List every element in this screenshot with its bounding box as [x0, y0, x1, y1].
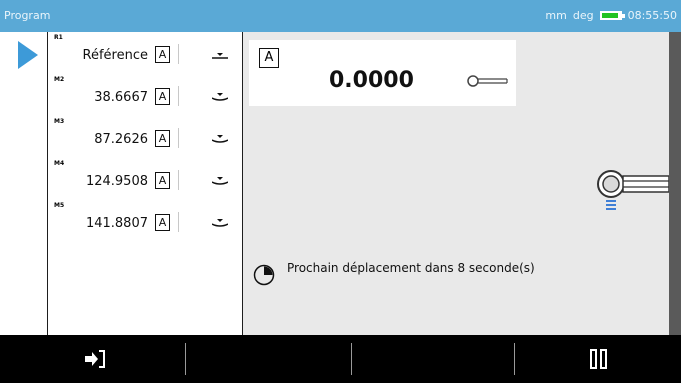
mode-badge[interactable]: A — [155, 88, 170, 105]
reference-flat-icon[interactable] — [212, 50, 228, 60]
list-item[interactable]: M5 141.8807 A — [48, 200, 243, 242]
measurement-value: 124.9508 — [85, 174, 148, 189]
play-icon[interactable] — [18, 41, 38, 69]
app-title: Program — [4, 9, 51, 22]
measurement-value: Référence — [82, 48, 148, 63]
angle-units: deg — [572, 9, 594, 22]
clock-icon — [253, 264, 275, 286]
measurement-tag: R1 — [54, 34, 63, 41]
measurement-value: 87.2626 — [94, 132, 148, 147]
mode-badge[interactable]: A — [155, 214, 170, 231]
status-text: Prochain déplacement dans 8 seconde(s) — [287, 261, 535, 275]
exit-button[interactable] — [0, 335, 185, 383]
list-item[interactable]: M2 38.6667 A — [48, 74, 243, 116]
divider — [178, 44, 179, 64]
battery-icon — [599, 11, 625, 20]
pause-button[interactable] — [515, 335, 681, 383]
length-units: mm — [545, 9, 567, 22]
scroll-strip — [669, 32, 681, 335]
measurement-tag: M4 — [54, 160, 65, 167]
measurement-tag: M2 — [54, 76, 65, 83]
divider — [178, 128, 179, 148]
bottom-toolbar — [0, 335, 681, 383]
measurement-tag: M3 — [54, 118, 65, 125]
divider — [178, 212, 179, 232]
mode-badge[interactable]: A — [259, 48, 279, 68]
measurement-value: 141.8807 — [85, 216, 148, 231]
mode-badge[interactable]: A — [155, 172, 170, 189]
measure-curve-icon[interactable] — [212, 218, 228, 228]
list-item[interactable]: M3 87.2626 A — [48, 116, 243, 158]
probe-icon — [597, 170, 669, 210]
measure-curve-icon[interactable] — [212, 92, 228, 102]
list-item[interactable]: R1 Référence A — [48, 32, 243, 74]
current-value: 0.0000 — [329, 68, 414, 93]
measure-curve-icon[interactable] — [212, 176, 228, 186]
mode-badge[interactable]: A — [155, 130, 170, 147]
empty-button[interactable] — [186, 335, 351, 383]
divider — [178, 170, 179, 190]
play-column — [0, 32, 48, 335]
value-card: A 0.0000 — [249, 40, 516, 106]
mode-badge[interactable]: A — [155, 46, 170, 63]
measurement-value: 38.6667 — [94, 90, 148, 105]
list-item[interactable]: M4 124.9508 A — [48, 158, 243, 200]
measurement-list: R1 Référence A M2 38.6667 A M3 87.2626 A… — [48, 32, 243, 335]
divider — [178, 86, 179, 106]
title-bar: Program mm deg 08:55:50 — [0, 0, 681, 32]
clock-time: 08:55:50 — [627, 9, 677, 22]
exit-icon — [85, 350, 105, 368]
main-panel: A 0.0000 Prochain déplacement dans 8 sec… — [243, 32, 669, 335]
probe-icon — [467, 75, 508, 87]
status-area: mm deg 08:55:50 — [545, 9, 677, 22]
empty-button[interactable] — [352, 335, 514, 383]
pause-icon — [590, 349, 607, 369]
measure-curve-icon[interactable] — [212, 134, 228, 144]
measurement-tag: M5 — [54, 202, 65, 209]
